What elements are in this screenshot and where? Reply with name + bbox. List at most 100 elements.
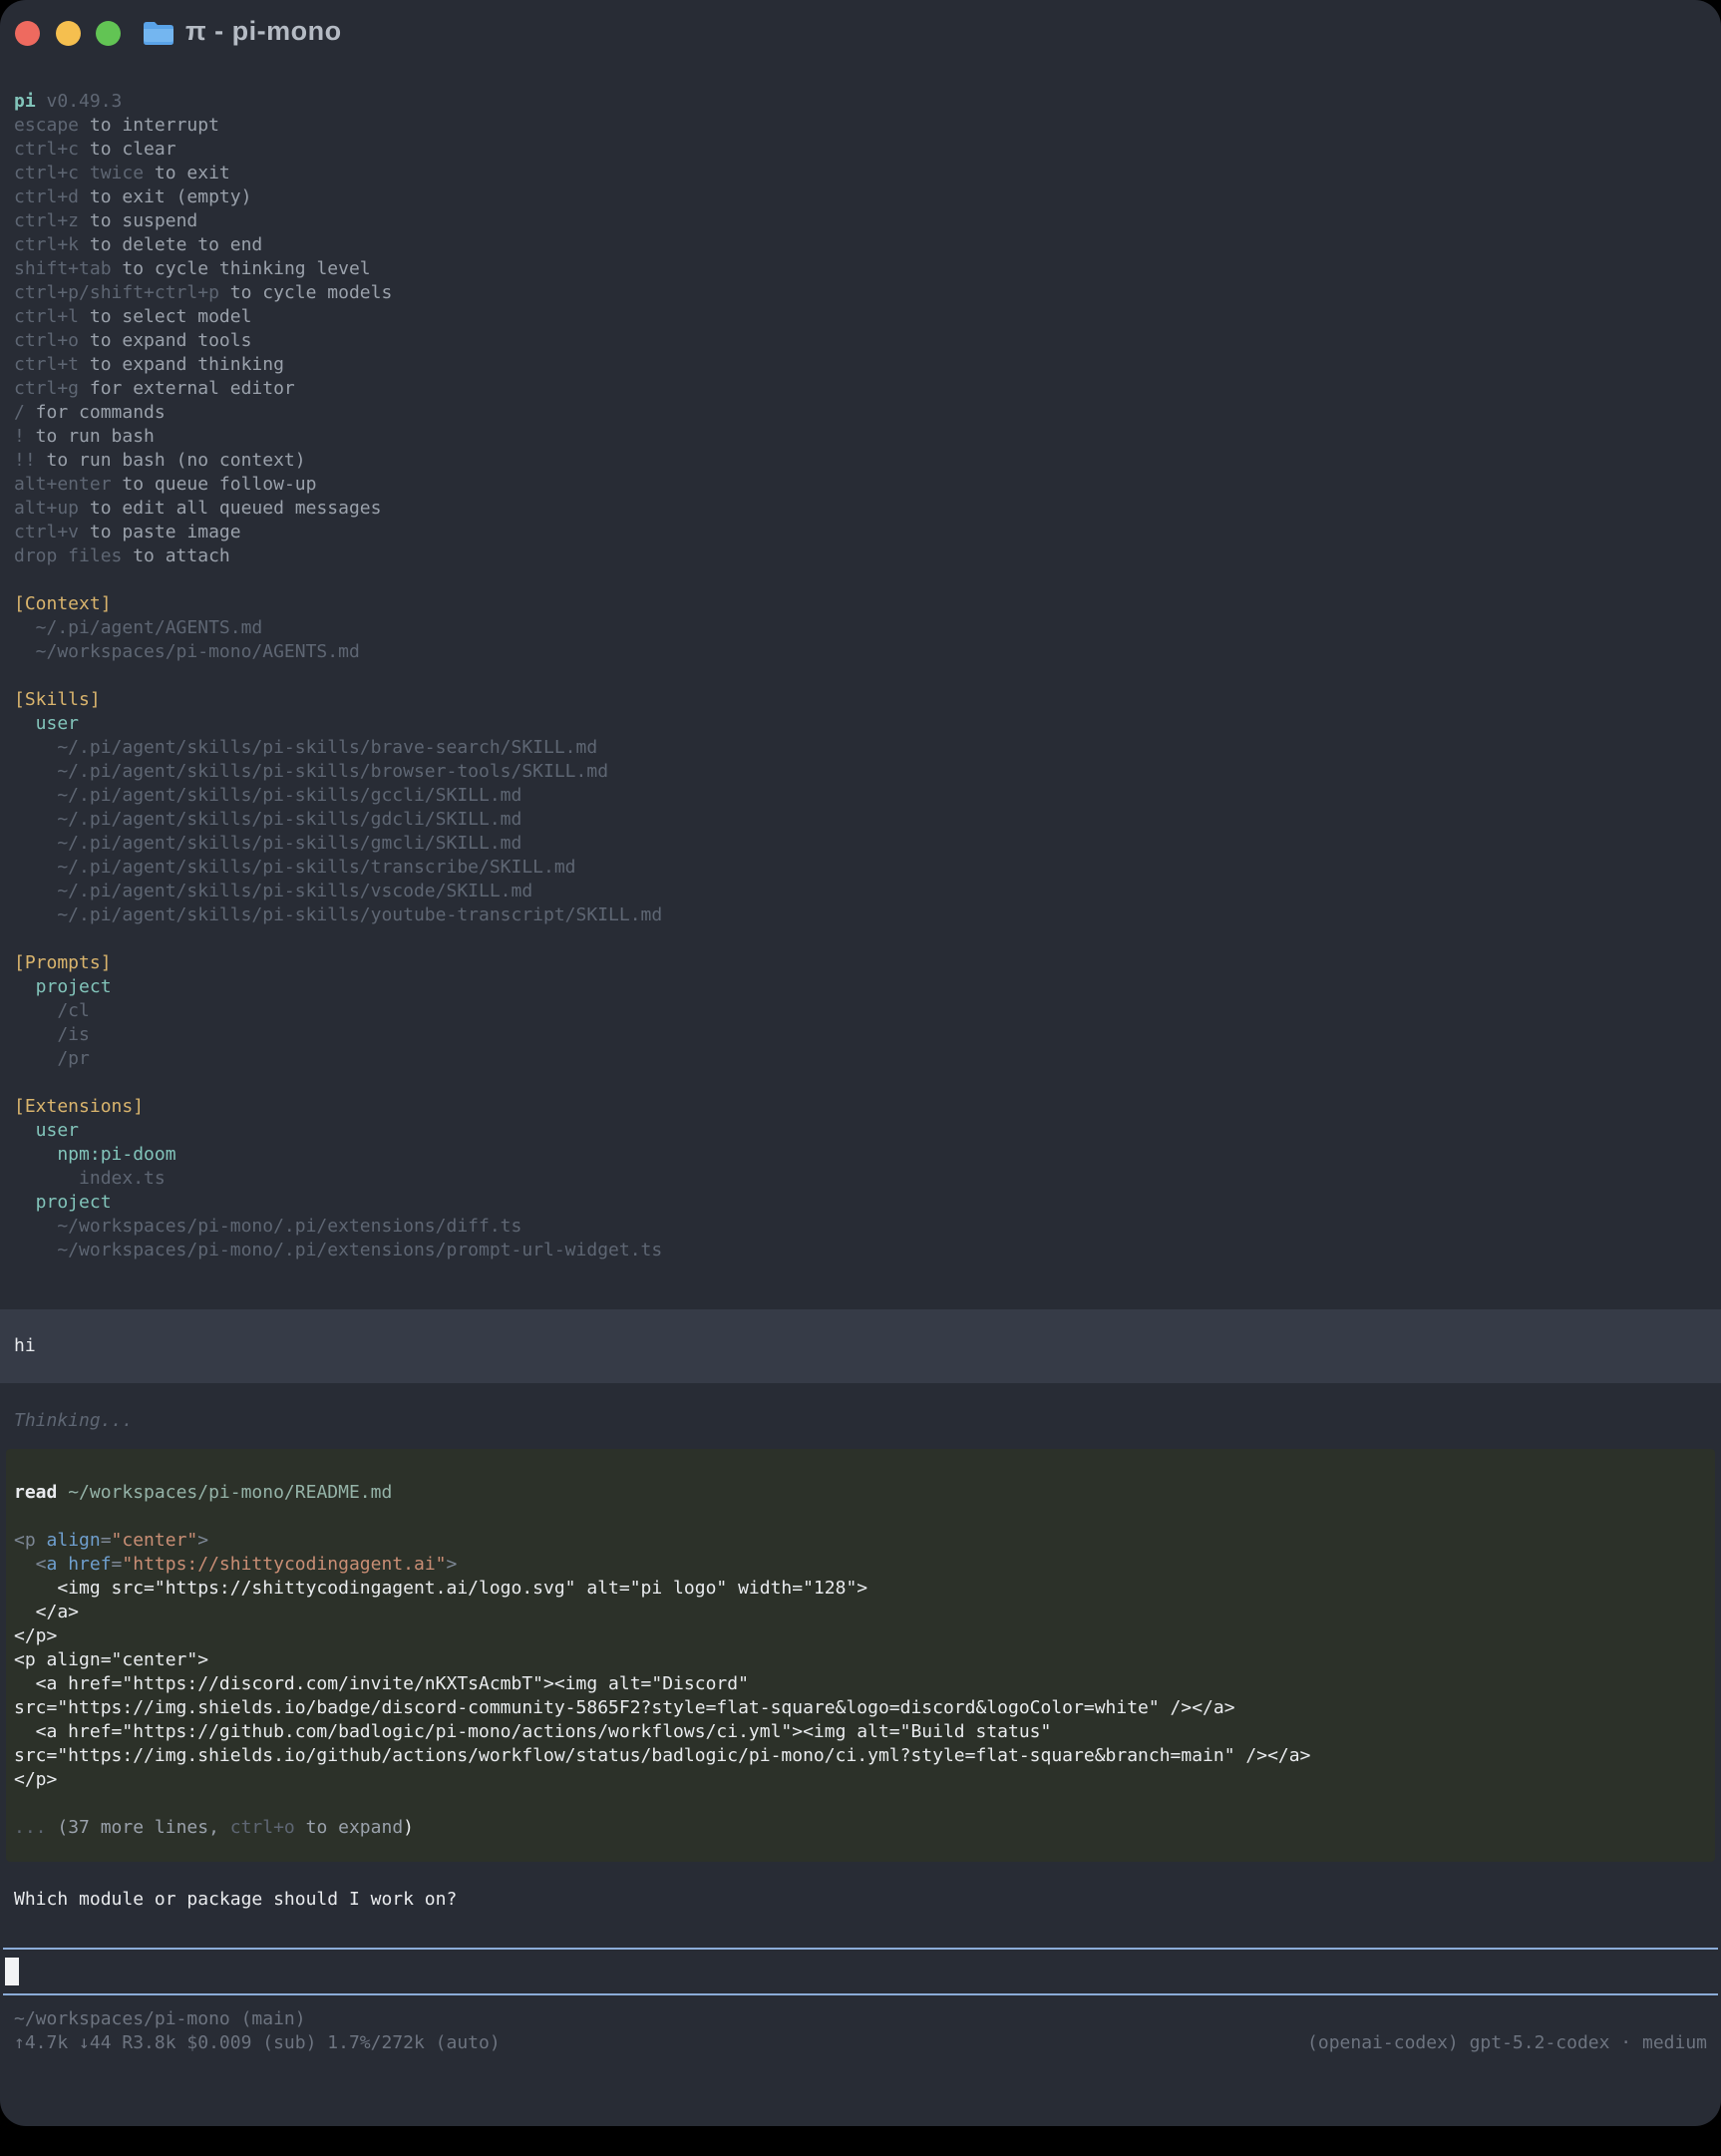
code-seg: = [112, 1554, 123, 1575]
terminal-content: pi v0.49.3 escape to interrupt ctrl+c to… [0, 66, 1721, 2055]
extension-path: ~/workspaces/pi-mono/.pi/extensions/diff… [0, 1215, 1721, 1239]
code-line: <img src="https://shittycodingagent.ai/l… [6, 1577, 1707, 1601]
code-seg: "https://shittycodingagent.ai" [122, 1554, 446, 1575]
hint-text: to run bash [25, 426, 155, 447]
prompt-item: /pr [0, 1047, 1721, 1071]
hint-text: to exit (empty) [79, 186, 251, 207]
statusbar-cwd: ~/workspaces/pi-mono (main) [0, 2007, 1721, 2031]
truncation-notice: ... (37 more lines, ctrl+o to expand) [6, 1816, 1707, 1840]
hint-line: ctrl+d to exit (empty) [0, 185, 1721, 209]
hint-line: ctrl+t to expand thinking [0, 353, 1721, 377]
code-seg: = [101, 1530, 112, 1551]
hint-line: / for commands [0, 401, 1721, 425]
code-line: <p align="center"> [6, 1648, 1707, 1672]
hint-key: ctrl+v [14, 522, 79, 542]
hint-key: ctrl+c [14, 139, 79, 160]
code-line: src="https://img.shields.io/badge/discor… [6, 1696, 1707, 1720]
code-seg: "center" [112, 1530, 198, 1551]
hint-text: to cycle thinking level [112, 258, 371, 279]
extensions-section-header: [Extensions] [0, 1095, 1721, 1119]
hint-text: to edit all queued messages [79, 498, 381, 519]
context-path: ~/.pi/agent/AGENTS.md [0, 616, 1721, 640]
extensions-project-scope: project [0, 1191, 1721, 1215]
text-cursor [5, 1958, 19, 1985]
hint-line: alt+enter to queue follow-up [0, 473, 1721, 497]
code-line: </p> [6, 1624, 1707, 1648]
code-line: <p align="center"> [6, 1529, 1707, 1553]
hint-text: to run bash (no context) [36, 450, 306, 471]
statusbar: ~/workspaces/pi-mono (main) ↑4.7k ↓44 R3… [0, 2007, 1721, 2055]
hint-line: !! to run bash (no context) [0, 449, 1721, 473]
code-line: </a> [6, 1601, 1707, 1624]
hint-line: ctrl+v to paste image [0, 521, 1721, 544]
hint-text: to select model [79, 306, 251, 327]
prompt-item: /cl [0, 999, 1721, 1023]
skills-section-header: [Skills] [0, 688, 1721, 712]
hint-key: !! [14, 450, 36, 471]
hint-key: alt+up [14, 498, 79, 519]
hint-line: shift+tab to cycle thinking level [0, 257, 1721, 281]
skill-path: ~/.pi/agent/skills/pi-skills/gmcli/SKILL… [0, 832, 1721, 856]
prompt-input[interactable] [3, 1948, 1718, 1995]
hint-text: to interrupt [79, 115, 219, 136]
code-seg: < [14, 1554, 47, 1575]
maximize-button[interactable] [96, 21, 121, 46]
statusbar-model: (openai-codex) gpt-5.2-codex · medium [1307, 2031, 1707, 2055]
folder-icon [143, 18, 174, 48]
extension-npm-file: index.ts [0, 1167, 1721, 1191]
thinking-indicator: Thinking... [0, 1409, 1721, 1433]
hint-line: ctrl+c twice to exit [0, 162, 1721, 185]
code-line: <a href="https://github.com/badlogic/pi-… [6, 1720, 1707, 1744]
code-seg: > [447, 1554, 458, 1575]
hint-line: ctrl+l to select model [0, 305, 1721, 329]
hint-text: to suspend [79, 210, 197, 231]
hint-text: to paste image [79, 522, 241, 542]
tool-path: ~/workspaces/pi-mono/README.md [57, 1482, 392, 1503]
hint-line: ctrl+z to suspend [0, 209, 1721, 233]
hint-line: ctrl+k to delete to end [0, 233, 1721, 257]
extension-path: ~/workspaces/pi-mono/.pi/extensions/prom… [0, 1239, 1721, 1262]
hint-key: ctrl+k [14, 234, 79, 255]
extensions-user-scope: user [0, 1119, 1721, 1143]
truncation-key: ctrl+o [230, 1817, 295, 1838]
minimize-button[interactable] [56, 21, 81, 46]
code-line: </p> [6, 1768, 1707, 1792]
prompts-section-header: [Prompts] [0, 951, 1721, 975]
hint-text: to cycle models [219, 282, 392, 303]
context-path: ~/workspaces/pi-mono/AGENTS.md [0, 640, 1721, 664]
terminal-window: π - pi-mono pi v0.49.3 escape to interru… [0, 0, 1721, 2126]
hint-line: alt+up to edit all queued messages [0, 497, 1721, 521]
hint-line: ctrl+g for external editor [0, 377, 1721, 401]
code-seg: align [47, 1530, 101, 1551]
hint-line: ctrl+p/shift+ctrl+p to cycle models [0, 281, 1721, 305]
app-name: pi [14, 91, 36, 112]
window-title: π - pi-mono [185, 16, 342, 47]
truncation-text: (37 more lines, [57, 1817, 229, 1838]
skill-path: ~/.pi/agent/skills/pi-skills/gdcli/SKILL… [0, 808, 1721, 832]
skill-path: ~/.pi/agent/skills/pi-skills/youtube-tra… [0, 903, 1721, 927]
version-line: pi v0.49.3 [0, 90, 1721, 114]
truncation-text: to expand [295, 1817, 403, 1838]
hint-text: to expand tools [79, 330, 251, 351]
user-message: hi [0, 1309, 1721, 1383]
hint-key: / [14, 402, 25, 423]
code-line: <a href="https://discord.com/invite/nKXT… [6, 1672, 1707, 1696]
hint-key: ctrl+d [14, 186, 79, 207]
truncation-dots: ... [14, 1817, 57, 1838]
close-button[interactable] [15, 21, 40, 46]
assistant-question: Which module or package should I work on… [0, 1888, 1721, 1912]
hint-key: shift+tab [14, 258, 112, 279]
hint-line: ! to run bash [0, 425, 1721, 449]
prompts-scope: project [0, 975, 1721, 999]
read-tool-header: read ~/workspaces/pi-mono/README.md [6, 1481, 1707, 1505]
skill-path: ~/.pi/agent/skills/pi-skills/brave-searc… [0, 736, 1721, 760]
skills-scope: user [0, 712, 1721, 736]
hint-text: to delete to end [79, 234, 262, 255]
hint-line: drop files to attach [0, 544, 1721, 568]
skill-path: ~/.pi/agent/skills/pi-skills/vscode/SKIL… [0, 880, 1721, 903]
hint-text: to expand thinking [79, 354, 284, 375]
hint-line: ctrl+o to expand tools [0, 329, 1721, 353]
user-message-text: hi [0, 1334, 36, 1358]
read-tool-block: read ~/workspaces/pi-mono/README.md <p a… [6, 1449, 1715, 1862]
hint-text: to clear [79, 139, 176, 160]
